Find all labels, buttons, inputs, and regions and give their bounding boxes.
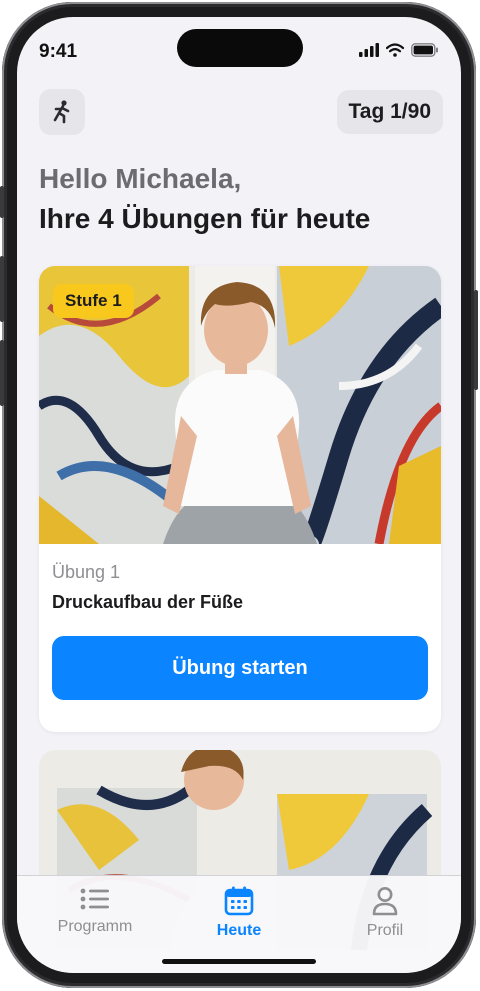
tab-bar: Programm Heute Profil <box>17 875 461 973</box>
exercise-number-label: Übung 1 <box>52 562 121 582</box>
volume-down-button <box>0 340 4 406</box>
exercise-figure-icon <box>53 100 70 124</box>
exercise-video-thumbnail[interactable]: Stufe 1 <box>39 266 441 544</box>
tab-heute[interactable]: Heute <box>179 886 299 940</box>
volume-up-button <box>0 256 4 322</box>
tab-profil-label: Profil <box>366 922 404 939</box>
tab-programm[interactable]: Programm <box>35 886 155 936</box>
dynamic-island <box>177 29 303 67</box>
wifi-icon <box>386 43 404 57</box>
greeting-subtitle: Ihre 4 Übungen für heute <box>39 203 371 234</box>
start-exercise-button[interactable]: Übung starten <box>52 636 428 700</box>
tab-profil[interactable]: Profil <box>325 886 445 940</box>
greeting-hello: Hello Michaela, <box>39 163 242 194</box>
exercise-card[interactable]: Stufe 1 Übung 1 Druckaufbau der Füße Übu… <box>39 266 441 732</box>
power-button <box>474 290 478 390</box>
person-icon <box>372 887 398 916</box>
status-bar: 9:41 <box>17 17 461 87</box>
day-progress-badge: Tag 1/90 <box>336 90 443 134</box>
status-time: 9:41 <box>39 41 78 62</box>
battery-icon <box>411 43 438 57</box>
tab-programm-label: Programm <box>57 918 133 935</box>
activity-button[interactable] <box>39 89 85 135</box>
signal-icon <box>359 43 379 57</box>
calendar-icon <box>224 886 254 916</box>
exercise-title: Druckaufbau der Füße <box>52 592 244 612</box>
status-icons <box>359 43 439 57</box>
action-button <box>0 186 4 218</box>
app-screen: 9:41 Tag 1/90 Hello Michaela, Ihre 4 Übu… <box>17 17 461 973</box>
level-badge: Stufe 1 <box>53 284 134 318</box>
list-icon <box>80 888 109 910</box>
home-indicator <box>162 959 316 964</box>
tab-heute-label: Heute <box>216 922 262 939</box>
